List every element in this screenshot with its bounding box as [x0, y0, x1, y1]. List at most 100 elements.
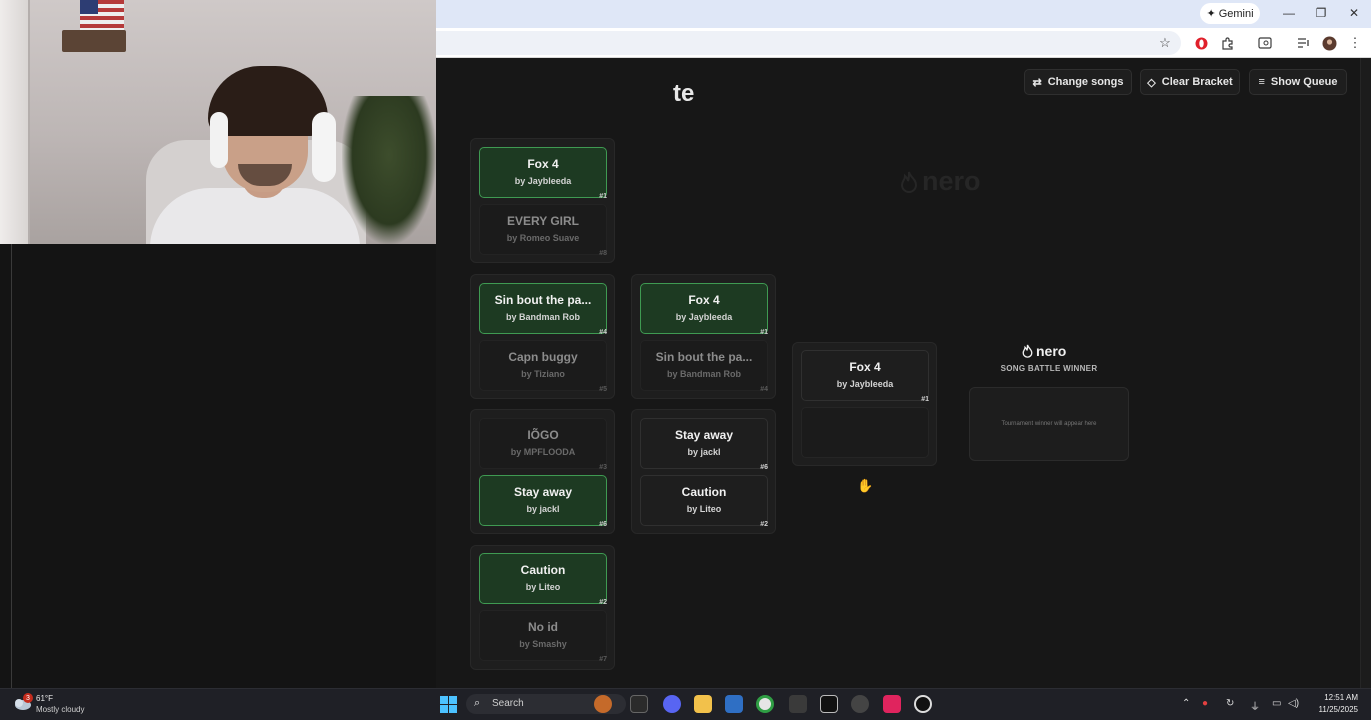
- song-card[interactable]: No id by Smashy #7: [479, 610, 607, 663]
- webcam-door: [0, 0, 30, 244]
- flame-icon: [900, 171, 918, 193]
- seed-badge: #1: [760, 329, 768, 336]
- song-card[interactable]: Stay away by jackl #6: [479, 475, 607, 528]
- page-scrollbar[interactable]: [1360, 58, 1371, 688]
- address-bar[interactable]: [436, 31, 1181, 55]
- search-icon: ⌕: [474, 697, 481, 709]
- song-card[interactable]: Fox 4 by Jaybleeda #1: [640, 283, 768, 336]
- browser-menu-icon[interactable]: ⋮: [1346, 34, 1364, 52]
- nero-watermark: nero: [900, 166, 981, 197]
- song-card[interactable]: Sin bout the pa... by Bandman Rob #4: [640, 340, 768, 393]
- seed-badge: #7: [599, 656, 607, 663]
- hand-cursor-icon: ✋: [857, 478, 874, 493]
- winner-logo: nero: [1022, 343, 1066, 359]
- tab-search-icon[interactable]: [1256, 34, 1274, 52]
- change-songs-button[interactable]: ⇄ Change songs: [1024, 69, 1132, 95]
- security-icon[interactable]: ●: [1202, 698, 1208, 709]
- song-card[interactable]: IÕGO by MPFLOODA #3: [479, 418, 607, 471]
- search-highlight-icon[interactable]: [594, 695, 612, 713]
- song-title: Caution: [520, 563, 566, 577]
- song-title: Fox 4: [688, 293, 720, 307]
- webcam-overlay: [0, 0, 436, 244]
- weather-temperature[interactable]: 61°F: [36, 694, 53, 703]
- webcam-headphones-left: [210, 112, 228, 168]
- taskbar: [0, 688, 1371, 720]
- seed-badge: #1: [599, 193, 607, 200]
- song-card[interactable]: Fox 4 by Jaybleeda #1: [479, 147, 607, 200]
- webcam-headphones-right: [312, 112, 336, 182]
- seed-badge: #5: [599, 386, 607, 393]
- weather-condition[interactable]: Mostly cloudy: [36, 705, 84, 714]
- song-artist: by Jaybleeda: [836, 379, 894, 389]
- clear-bracket-label: Clear Bracket: [1161, 76, 1233, 88]
- seed-badge: #4: [599, 329, 607, 336]
- song-title: Caution: [681, 485, 727, 499]
- media-controls-icon[interactable]: [1294, 34, 1312, 52]
- watermark-label: nero: [922, 166, 981, 196]
- tiktok-icon[interactable]: [883, 695, 901, 713]
- song-artist: by Jaybleeda: [514, 176, 572, 186]
- sparkle-icon: ✦: [1206, 8, 1216, 20]
- weather-alert-badge: 3: [23, 693, 33, 703]
- song-card[interactable]: Sin bout the pa... by Bandman Rob #4: [479, 283, 607, 336]
- song-title: EVERY GIRL: [506, 214, 580, 228]
- song-artist: by Bandman Rob: [666, 369, 741, 379]
- webcam-plant: [342, 96, 436, 244]
- clock-time[interactable]: 12:51 AM: [1316, 693, 1358, 702]
- discord-icon[interactable]: [663, 695, 681, 713]
- winner-slot: Tournament winner will appear here: [969, 387, 1129, 461]
- show-queue-button[interactable]: ≡ Show Queue: [1249, 69, 1347, 95]
- webcam-shelf: [62, 30, 126, 52]
- obs-icon[interactable]: [851, 695, 869, 713]
- seed-badge: #2: [760, 521, 768, 528]
- seed-badge: #6: [599, 521, 607, 528]
- chrome-icon[interactable]: [756, 695, 774, 713]
- sync-icon[interactable]: ↻: [1226, 698, 1234, 709]
- eraser-icon: ◇: [1147, 76, 1156, 89]
- song-card[interactable]: Fox 4 by Jaybleeda #1: [801, 350, 929, 403]
- song-artist: by jackl: [687, 447, 721, 457]
- song-title: Sin bout the pa...: [655, 350, 753, 364]
- queue-list-icon: ≡: [1258, 76, 1265, 88]
- seed-badge: #6: [760, 464, 768, 471]
- song-title: Capn buggy: [508, 350, 578, 364]
- windows-start-icon[interactable]: [440, 696, 457, 713]
- clock-date[interactable]: 11/25/2025: [1306, 705, 1358, 714]
- clear-bracket-button[interactable]: ◇ Clear Bracket: [1140, 69, 1240, 95]
- song-card[interactable]: Capn buggy by Tiziano #5: [479, 340, 607, 393]
- profile-avatar-icon[interactable]: [1320, 34, 1338, 52]
- song-card[interactable]: Caution by Liteo #2: [640, 475, 768, 528]
- restore-button[interactable]: ❐: [1310, 4, 1332, 22]
- song-card[interactable]: Stay away by jackl #6: [640, 418, 768, 471]
- empty-slot[interactable]: [801, 407, 929, 458]
- speaker-icon[interactable]: ◁): [1288, 698, 1299, 709]
- song-artist: by Bandman Rob: [505, 312, 580, 322]
- microphone-icon[interactable]: ⏚: [1250, 698, 1260, 713]
- opera-extension-icon[interactable]: [1192, 34, 1210, 52]
- media-player-icon[interactable]: [914, 695, 932, 713]
- song-card[interactable]: EVERY GIRL by Romeo Suave #8: [479, 204, 607, 257]
- song-card[interactable]: Caution by Liteo #2: [479, 553, 607, 606]
- display-icon[interactable]: ▭: [1272, 698, 1281, 709]
- screen: ✦ Gemini — ❐ ✕ ☆ ⋮ te ⇄ Change songs ◇ C…: [0, 0, 1371, 720]
- seed-badge: #4: [760, 386, 768, 393]
- page-title: te: [673, 80, 695, 107]
- minimize-button[interactable]: —: [1278, 4, 1300, 22]
- steam-icon[interactable]: [789, 695, 807, 713]
- divider: [11, 244, 12, 688]
- bookmark-star-icon[interactable]: ☆: [1156, 34, 1174, 52]
- seed-badge: #8: [599, 250, 607, 257]
- file-explorer-icon[interactable]: [694, 695, 712, 713]
- microsoft-store-icon[interactable]: [725, 695, 743, 713]
- song-artist: by Smashy: [519, 639, 567, 649]
- extensions-puzzle-icon[interactable]: [1218, 34, 1236, 52]
- song-artist: by MPFLOODA: [510, 447, 576, 457]
- task-view-icon[interactable]: [630, 695, 648, 713]
- song-artist: by Tiziano: [521, 369, 565, 379]
- gemini-button[interactable]: ✦ Gemini: [1200, 3, 1260, 24]
- search-label: Search: [492, 698, 524, 709]
- chevron-up-icon[interactable]: ⌃: [1182, 698, 1190, 709]
- gemini-label: Gemini: [1218, 7, 1254, 20]
- epic-games-icon[interactable]: [820, 695, 838, 713]
- close-button[interactable]: ✕: [1343, 4, 1365, 22]
